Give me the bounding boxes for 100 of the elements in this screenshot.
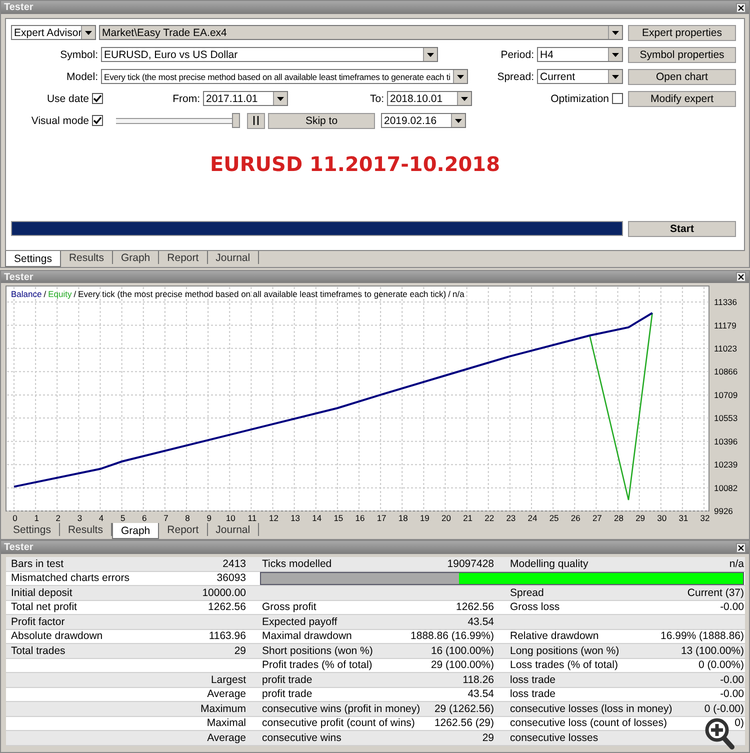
table-cell: 29 — [482, 732, 494, 744]
table-cell: 36093 — [216, 572, 246, 584]
table-cell: Maximum — [200, 702, 246, 715]
table-cell: 43.54 — [468, 688, 494, 700]
zoom-in-icon[interactable] — [705, 718, 735, 750]
legend-separator: / — [448, 289, 451, 299]
table-cell: 118.26 — [462, 674, 494, 686]
table-cell: Modelling quality — [510, 558, 588, 570]
tab[interactable]: Journal — [208, 523, 260, 536]
table-cell: 1888.86 (16.99%) — [410, 630, 494, 642]
symbol-properties-button[interactable]: Symbol properties — [628, 46, 736, 62]
y-tick-label: 10239 — [714, 460, 738, 470]
x-tick-label: 23 — [506, 513, 516, 523]
symbol-label: Symbol: — [59, 48, 98, 60]
table-cell: Ticks modelled — [262, 558, 332, 570]
from-date-dropdown[interactable]: 2017.11.01 — [203, 91, 288, 106]
legend-quality-text: n/a — [452, 289, 464, 299]
legend-series-name: Balance — [11, 289, 42, 299]
table-cell: consecutive wins — [262, 732, 342, 744]
checkbox[interactable] — [612, 93, 623, 104]
x-tick-label: 32 — [700, 513, 710, 523]
table-cell: Loss trades (% of total) — [510, 659, 618, 672]
y-tick-label: 11023 — [714, 343, 738, 354]
table-cell: Absolute drawdown — [11, 630, 103, 642]
x-tick-label: 12 — [269, 513, 278, 523]
open-chart-button[interactable]: Open chart — [628, 68, 736, 84]
to-label: To: — [368, 92, 384, 104]
from-label: From: — [172, 92, 200, 104]
start-button[interactable]: Start — [628, 220, 736, 236]
legend-series-name: Equity — [48, 289, 72, 299]
checkbox[interactable] — [92, 93, 103, 104]
skip-date-dropdown[interactable]: 2019.02.16 — [381, 113, 466, 128]
close-icon[interactable] — [736, 2, 746, 12]
table-cell: -0.00 — [720, 688, 744, 700]
x-tick-label: 10 — [226, 513, 236, 523]
tab[interactable]: Graph — [112, 251, 160, 264]
spread-dropdown[interactable]: Current — [537, 69, 623, 84]
modify-expert-button[interactable]: Modify expert — [628, 90, 736, 106]
table-cell: 1262.56 — [456, 601, 494, 614]
legend-separator: / — [44, 289, 46, 299]
x-tick-label: 31 — [678, 513, 688, 523]
x-tick-label: 3 — [77, 513, 82, 523]
tab[interactable]: Results — [60, 251, 113, 264]
tab[interactable]: Settings — [5, 251, 61, 267]
x-tick-label: 17 — [376, 513, 386, 523]
tab[interactable]: Report — [159, 523, 208, 536]
y-tick-label: 9926 — [714, 506, 733, 516]
model-label: Model: — [65, 70, 98, 82]
expert-properties-button[interactable]: Expert properties — [628, 24, 736, 40]
x-tick-label: 19 — [420, 513, 430, 523]
window-title: Tester — [4, 2, 34, 13]
optimization-label: Optimization — [550, 92, 609, 104]
x-tick-label: 2 — [56, 513, 60, 523]
expert-dropdown[interactable]: Market\Easy Trade EA.ex4 — [99, 25, 623, 40]
tab[interactable]: Report — [159, 251, 208, 264]
table-cell: 13 (100.00%) — [680, 644, 744, 657]
x-tick-label: 9 — [206, 513, 212, 523]
table-cell: Relative drawdown — [510, 630, 599, 642]
table-cell: Profit factor — [11, 616, 65, 628]
table-cell: consecutive loss (count of losses) — [510, 717, 667, 730]
x-tick-label: 29 — [636, 513, 646, 523]
table-cell: Largest — [210, 674, 246, 686]
x-tick-label: 20 — [442, 513, 451, 523]
x-tick-label: 24 — [528, 513, 538, 523]
table-cell: Gross loss — [510, 601, 560, 614]
table-cell: Spread — [510, 586, 544, 599]
model-dropdown[interactable]: Every tick (the most precise method based on all available least timeframes to generate each ti — [101, 69, 468, 84]
tab[interactable]: Settings — [5, 523, 60, 536]
to-date-dropdown[interactable]: 2018.10.01 — [387, 91, 472, 106]
x-tick-label: 27 — [592, 513, 602, 523]
table-cell: consecutive losses (loss in money) — [510, 702, 672, 715]
x-tick-label: 5 — [120, 513, 126, 523]
close-icon[interactable] — [736, 272, 746, 282]
pause-button[interactable] — [247, 112, 265, 128]
tab[interactable]: Journal — [208, 251, 260, 264]
table-cell: Average — [207, 732, 246, 744]
tab[interactable]: Graph — [112, 523, 160, 539]
table-cell: 1163.96 — [208, 630, 246, 642]
table-cell: Total net profit — [11, 601, 77, 614]
y-tick-label: 10082 — [714, 482, 738, 493]
x-tick-label: 0 — [12, 513, 18, 523]
slider-thumb[interactable] — [232, 113, 240, 128]
table-cell: 29 (100.00%) — [430, 659, 494, 672]
table-cell: consecutive wins (profit in money) — [262, 702, 420, 715]
period-dropdown[interactable]: H4 — [537, 47, 623, 62]
x-tick-label: 1 — [34, 513, 39, 523]
table-cell: 16 (100.00%) — [430, 644, 494, 657]
table-cell: consecutive losses — [510, 732, 598, 744]
skip-to-button[interactable]: Skip to — [268, 112, 375, 128]
x-tick-label: 8 — [185, 513, 190, 523]
visual-mode-label: Visual mode — [30, 114, 89, 126]
x-tick-label: 22 — [484, 513, 494, 523]
window-title: Tester — [4, 272, 34, 282]
symbol-dropdown[interactable]: EURUSD, Euro vs US Dollar — [101, 47, 438, 62]
y-tick-label: 10396 — [714, 436, 738, 446]
table-cell: 1262.56 — [208, 601, 246, 614]
table-cell: loss trade — [510, 674, 556, 686]
x-tick-label: 16 — [355, 513, 365, 523]
checkbox[interactable] — [92, 115, 103, 126]
close-icon[interactable] — [736, 542, 746, 552]
